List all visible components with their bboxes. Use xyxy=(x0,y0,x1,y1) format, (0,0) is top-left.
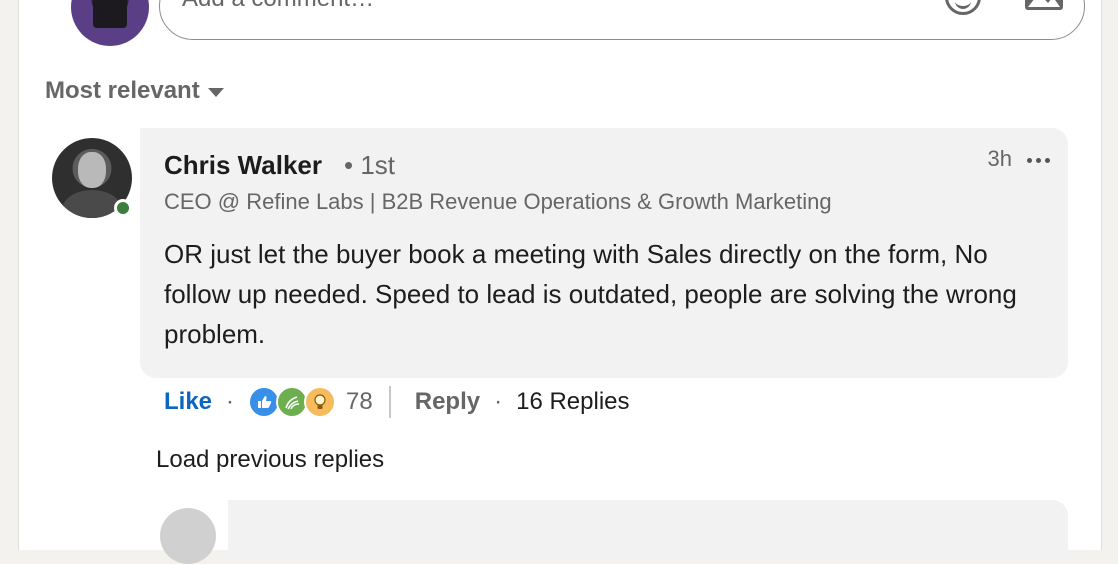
insightful-icon xyxy=(304,386,337,418)
comments-section: Add a comment… Most relevant Chris Walke… xyxy=(18,0,1102,564)
comment-input[interactable]: Add a comment… xyxy=(159,0,1085,40)
emoji-icon[interactable] xyxy=(945,0,981,15)
image-icon[interactable] xyxy=(1024,0,1064,11)
reactions-summary[interactable]: 78 xyxy=(248,386,373,418)
comment-author[interactable]: Chris Walker xyxy=(164,150,322,181)
reply-avatar[interactable] xyxy=(160,508,216,564)
reply-bubble xyxy=(228,500,1068,560)
action-divider xyxy=(388,386,391,418)
online-status-indicator xyxy=(114,199,132,217)
connection-degree: • 1st xyxy=(344,150,396,180)
reply-button[interactable]: Reply xyxy=(415,388,480,416)
comment-input-placeholder: Add a comment… xyxy=(182,0,374,13)
comment-bubble: Chris Walker • 1st 3h CEO @ Refine Labs … xyxy=(140,128,1068,378)
comment-text: OR just let the buyer book a meeting wit… xyxy=(164,239,1017,349)
author-headline: CEO @ Refine Labs | B2B Revenue Operatio… xyxy=(164,189,832,214)
separator-dot: · xyxy=(226,388,235,415)
reaction-count: 78 xyxy=(346,388,373,415)
comment-timestamp: 3h xyxy=(987,146,1012,171)
separator-dot: · xyxy=(494,388,503,415)
more-options-icon[interactable] xyxy=(1027,158,1050,163)
like-button[interactable]: Like xyxy=(164,388,212,416)
caret-down-icon xyxy=(207,87,224,97)
current-user-avatar[interactable] xyxy=(71,0,149,46)
sort-dropdown[interactable]: Most relevant xyxy=(45,77,224,105)
load-previous-replies-link[interactable]: Load previous replies xyxy=(156,446,384,474)
sort-label: Most relevant xyxy=(45,77,200,104)
comment-actions: Like · 78 Reply · 16 Replies xyxy=(164,386,630,418)
replies-count-link[interactable]: 16 Replies xyxy=(516,388,629,416)
